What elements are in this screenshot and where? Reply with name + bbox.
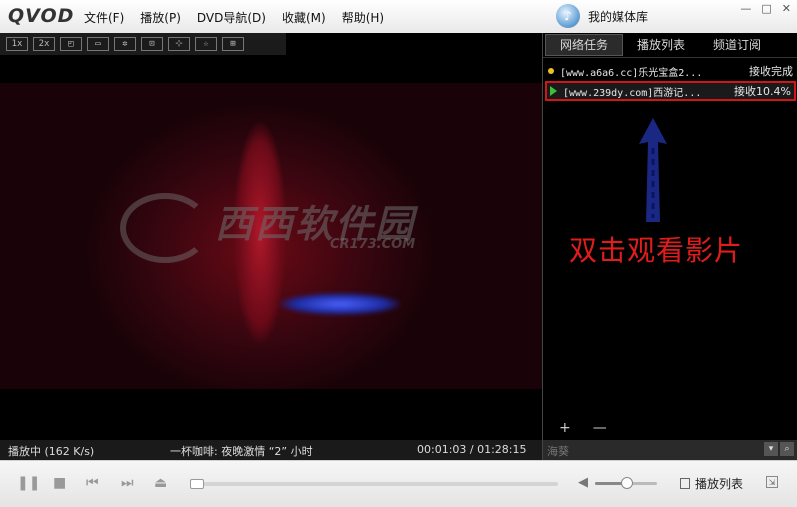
task-item[interactable]: [www.a6a6.cc]乐光宝盒2... 接收完成	[545, 61, 796, 81]
task-item-selected[interactable]: [www.239dy.com]西游记... 接收10.4%	[545, 81, 796, 101]
play-state: 播放中 (162 K/s)	[8, 445, 95, 458]
menu-help[interactable]: 帮助(H)	[342, 9, 384, 26]
search-buttons: ▾ ⌕	[764, 442, 794, 456]
watermark-subtext: CR173.COM	[330, 237, 416, 252]
eject-icon[interactable]: ⏏	[154, 475, 167, 491]
progress-bar[interactable]	[190, 479, 558, 489]
window-controls: — □ ✕	[740, 2, 791, 15]
stop-icon[interactable]: ■	[53, 475, 66, 491]
playlist-icon	[680, 478, 690, 489]
layout-icon[interactable]: ⊞	[222, 37, 244, 51]
qvod-logo: QVOD	[8, 5, 75, 27]
menu-dvd-nav[interactable]: DVD导航(D)	[197, 9, 266, 26]
remove-task-button[interactable]: —	[593, 420, 607, 436]
effects-icon[interactable]: ⊹	[168, 37, 190, 51]
compact-mode-icon[interactable]: ⇲	[766, 476, 778, 488]
playlist-label: 播放列表	[695, 477, 744, 491]
tab-channel-subscribe[interactable]: 频道订阅	[699, 35, 775, 55]
menu-play[interactable]: 播放(P)	[140, 9, 181, 26]
maximize-icon[interactable]: □	[761, 2, 771, 15]
watermark-logo-icon	[120, 193, 210, 263]
playlist-button[interactable]: 播放列表	[680, 475, 743, 492]
tab-playlist[interactable]: 播放列表	[623, 35, 699, 55]
search-input[interactable]	[545, 442, 767, 460]
next-icon[interactable]: ⏭	[121, 475, 134, 491]
previous-icon[interactable]: ⏮	[86, 475, 99, 491]
volume-thumb[interactable]	[621, 477, 633, 489]
music-note-icon: ♪	[556, 4, 580, 28]
play-icon	[550, 86, 557, 96]
brightness-icon[interactable]: ✲	[114, 37, 136, 51]
annotation-text: 双击观看影片	[569, 234, 744, 267]
search-icon[interactable]: ⌕	[780, 442, 794, 456]
annotation-arrow-icon	[639, 118, 667, 222]
time-readout: 00:01:03 / 01:28:15	[417, 443, 527, 456]
video-flare	[280, 293, 400, 315]
task-status: 接收10.4%	[734, 85, 791, 98]
video-frame[interactable]: 西西软件园 CR173.COM	[0, 83, 542, 389]
search-bar: ▾ ⌕	[542, 440, 797, 460]
menu-favorites[interactable]: 收藏(M)	[282, 9, 326, 26]
now-playing-title: 一杯咖啡: 夜晚激情 “2” 小时	[170, 445, 313, 458]
zoom-1x-button[interactable]: 1x	[6, 37, 28, 51]
favorite-icon[interactable]: ☆	[195, 37, 217, 51]
close-icon[interactable]: ✕	[782, 2, 791, 15]
panel-tabs: 网络任务 播放列表 频道订阅	[543, 33, 797, 58]
fullscreen-icon[interactable]: ▭	[87, 37, 109, 51]
minimize-icon[interactable]: —	[740, 2, 751, 15]
media-library-label: 我的媒体库	[588, 9, 649, 24]
title-bar: QVOD 文件(F) 播放(P) DVD导航(D) 收藏(M) 帮助(H) ♪ …	[0, 0, 797, 34]
status-bar: 播放中 (162 K/s) 一杯咖啡: 夜晚激情 “2” 小时 00:01:03…	[0, 440, 542, 460]
mini-mode-icon[interactable]: ◰	[60, 37, 82, 51]
tab-network-tasks[interactable]: 网络任务	[545, 34, 624, 56]
progress-thumb[interactable]	[190, 479, 204, 489]
completed-dot-icon	[548, 68, 554, 74]
add-task-button[interactable]: +	[559, 420, 571, 436]
volume-icon[interactable]: ◀	[578, 475, 588, 490]
watermark: 西西软件园 CR173.COM	[120, 193, 460, 263]
volume-slider[interactable]	[595, 477, 657, 489]
playback-controls: ❚❚ ■ ⏮ ⏭ ⏏ ◀ 播放列表 ⇲	[0, 460, 797, 507]
panel-actions: + —	[559, 420, 607, 436]
pause-icon[interactable]: ❚❚	[17, 475, 40, 491]
task-name: [www.239dy.com]西游记...	[563, 87, 702, 99]
video-toolbar: 1x 2x ◰ ▭ ✲ ⊡ ⊹ ☆ ⊞	[0, 33, 286, 55]
task-status: 接收完成	[749, 65, 793, 78]
task-list: [www.a6a6.cc]乐光宝盒2... 接收完成 [www.239dy.co…	[543, 58, 797, 104]
zoom-2x-button[interactable]: 2x	[33, 37, 55, 51]
screenshot-icon[interactable]: ⊡	[141, 37, 163, 51]
video-area[interactable]: 1x 2x ◰ ▭ ✲ ⊡ ⊹ ☆ ⊞ 西西软件园 CR173.COM	[0, 33, 542, 440]
task-name: [www.a6a6.cc]乐光宝盒2...	[560, 67, 703, 79]
side-panel: 网络任务 播放列表 频道订阅 [www.a6a6.cc]乐光宝盒2... 接收完…	[542, 33, 797, 440]
search-dropdown-icon[interactable]: ▾	[764, 442, 778, 456]
menu-file[interactable]: 文件(F)	[84, 9, 124, 26]
media-library-button[interactable]: ♪ 我的媒体库	[556, 4, 648, 28]
main-menu: 文件(F) 播放(P) DVD导航(D) 收藏(M) 帮助(H)	[84, 9, 384, 26]
